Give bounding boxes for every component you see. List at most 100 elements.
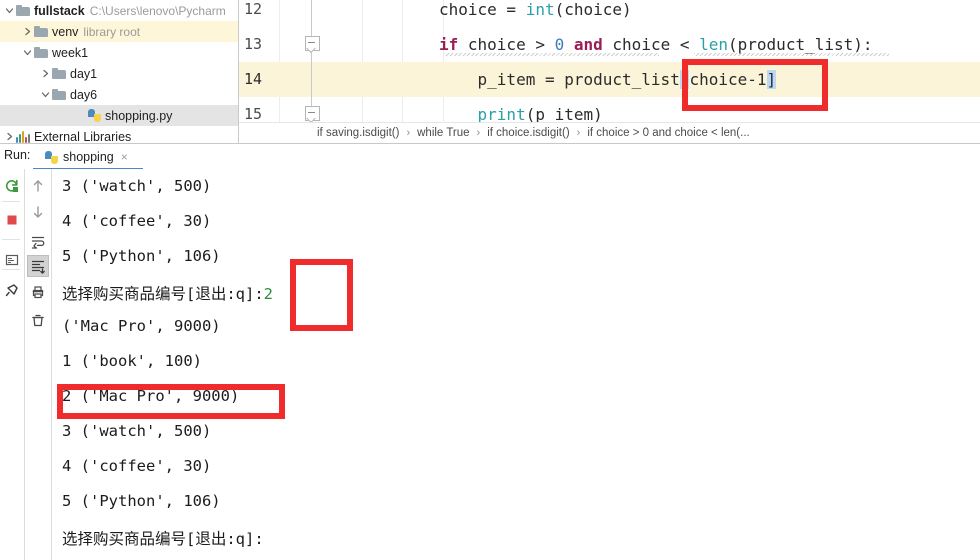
tree-item-day6[interactable]: day6	[0, 84, 238, 105]
console-line-text: 4 ('coffee', 30)	[62, 457, 212, 475]
show-console-icon[interactable]	[1, 249, 23, 271]
line-code: print(p_item)	[439, 97, 603, 122]
tree-item-shopping-py[interactable]: shopping.py	[0, 105, 238, 126]
run-tab-label: shopping	[63, 150, 114, 164]
code-token: len	[699, 35, 729, 54]
pin-tab-icon[interactable]	[1, 279, 23, 301]
run-toolbar-secondary[interactable]	[25, 169, 52, 560]
chevron-down-icon[interactable]	[22, 47, 33, 58]
run-tab-shopping[interactable]: shopping ×	[45, 146, 128, 168]
fold-collapse-icon[interactable]	[305, 106, 320, 121]
tree-item-external-libraries[interactable]: External Libraries	[0, 126, 238, 143]
tree-item-label: day6	[70, 87, 98, 102]
console-user-input[interactable]: 2	[264, 285, 273, 303]
folder-icon	[16, 5, 30, 16]
console-line: 1 ('book', 100)	[62, 352, 202, 370]
tree-item-label: day1	[70, 66, 98, 81]
python-file-icon	[88, 109, 101, 122]
console-line-text: 5 ('Python', 106)	[62, 247, 221, 265]
code-editor[interactable]: 12 choice = int(choice) 13 if choice > 0 an…	[239, 0, 980, 122]
line-code: choice = int(choice)	[439, 0, 632, 27]
console-output[interactable]: 3 ('watch', 500) 4 ('coffee', 30) 5 ('Pyth…	[52, 169, 980, 560]
tree-item-day1[interactable]: day1	[0, 63, 238, 84]
tree-item-label: shopping.py	[105, 108, 173, 123]
clear-all-icon[interactable]	[27, 309, 49, 331]
editor-line[interactable]: 12 choice = int(choice)	[239, 0, 980, 27]
run-tool-window-header: Run: shopping ×	[0, 144, 980, 170]
toolbar-divider	[2, 239, 20, 240]
console-line: 3 ('watch', 500)	[62, 177, 211, 195]
pycharm-window: fullstack C:\Users\lenovo\Pycharm venv libr…	[0, 0, 980, 560]
tree-item-label: venv	[52, 24, 79, 39]
tree-item-fullstack[interactable]: fullstack C:\Users\lenovo\Pycharm	[0, 0, 238, 21]
code-token: p_item = product_list	[439, 70, 680, 89]
close-icon[interactable]: ×	[121, 150, 128, 164]
breadcrumb-separator: ›	[576, 127, 581, 139]
code-token: choice =	[439, 0, 526, 19]
tree-item-venv[interactable]: venv library root	[0, 21, 238, 42]
console-line-text: 选择购买商品编号[退出:q]:	[62, 285, 264, 303]
folder-icon	[34, 47, 48, 58]
console-line-text: 3 ('watch', 500)	[62, 422, 212, 440]
breadcrumb-item[interactable]: while True	[417, 127, 469, 139]
toolbar-divider	[2, 269, 20, 270]
breadcrumb-item[interactable]: if choice > 0 and choice < len(...	[587, 127, 749, 139]
folder-icon	[34, 26, 48, 37]
down-the-stack-trace-icon[interactable]	[27, 201, 49, 223]
scroll-to-end-icon[interactable]	[27, 255, 49, 277]
annotation-box-selected-product	[57, 384, 285, 419]
toolbar-divider	[2, 201, 20, 202]
line-code: if choice > 0 and choice < len(product_l…	[439, 27, 873, 62]
breadcrumb-item[interactable]: if choice.isdigit()	[487, 127, 569, 139]
console-line-text: ('Mac Pro', 9000)	[62, 317, 221, 335]
up-the-stack-trace-icon[interactable]	[27, 175, 49, 197]
editor-line[interactable]: 15 print(p_item)	[239, 97, 980, 122]
code-token: choice <	[602, 35, 700, 54]
chevron-down-icon[interactable]	[4, 5, 15, 16]
console-line: 5 ('Python', 106)	[62, 492, 221, 510]
line-number: 14	[244, 70, 263, 88]
breadcrumb[interactable]: if saving.isdigit() › while True › if choice…	[239, 122, 980, 143]
console-line-text: 5 ('Python', 106)	[62, 492, 221, 510]
run-window-label: Run:	[4, 148, 31, 162]
breadcrumb-item[interactable]: if saving.isdigit()	[317, 127, 399, 139]
annotation-box-user-input	[290, 259, 353, 331]
chevron-down-icon[interactable]	[40, 89, 51, 100]
breadcrumb-separator: ›	[406, 127, 411, 139]
stop-icon[interactable]	[1, 209, 23, 231]
inspection-squiggle	[694, 53, 889, 56]
chevron-right-icon[interactable]	[4, 131, 15, 142]
run-toolbar-primary[interactable]	[0, 169, 25, 560]
folder-icon	[52, 68, 66, 79]
console-line: ('Mac Pro', 9000)	[62, 317, 221, 335]
code-token: (choice)	[554, 0, 632, 19]
code-token: 0	[554, 35, 565, 54]
console-line: 选择购买商品编号[退出:q]:	[62, 527, 264, 549]
print-icon[interactable]	[27, 281, 49, 303]
console-line: 4 ('coffee', 30)	[62, 212, 211, 230]
code-token: choice >	[458, 35, 555, 54]
editor-line[interactable]: 14 p_item = product_list[choice-1]	[239, 62, 980, 97]
editor-line[interactable]: 13 if choice > 0 and choice < len(product…	[239, 27, 980, 62]
fold-collapse-icon[interactable]	[305, 36, 320, 51]
code-token: (product_list):	[728, 35, 873, 54]
code-token: if	[439, 35, 459, 54]
console-line: 3 ('watch', 500)	[62, 422, 211, 440]
external-libraries-icon	[16, 130, 30, 143]
code-folding-stem	[311, 0, 312, 122]
chevron-right-icon[interactable]	[22, 26, 33, 37]
code-token: (p_item)	[525, 105, 603, 122]
breadcrumb-separator: ›	[476, 127, 481, 139]
chevron-right-icon[interactable]	[40, 68, 51, 79]
console-line-text: 3 ('watch', 500)	[62, 177, 212, 195]
folder-icon	[52, 89, 66, 100]
project-tool-window[interactable]: fullstack C:\Users\lenovo\Pycharm venv libr…	[0, 0, 238, 143]
python-file-icon	[45, 150, 58, 164]
rerun-icon[interactable]	[1, 175, 23, 197]
console-line-text: 选择购买商品编号[退出:q]:	[62, 530, 264, 548]
tree-item-week1[interactable]: week1	[0, 42, 238, 63]
soft-wrap-icon[interactable]	[27, 231, 49, 253]
